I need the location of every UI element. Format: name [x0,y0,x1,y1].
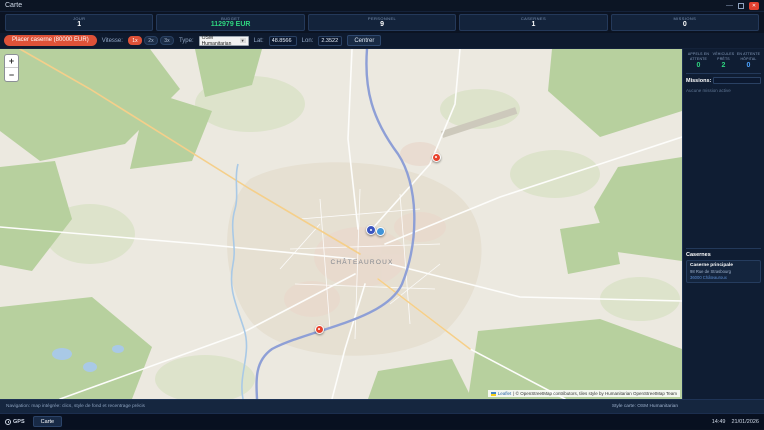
stat-calls-waiting-value: 0 [686,62,711,70]
speed-2x-button[interactable]: 2x [144,36,158,45]
center-button[interactable]: Centrer [347,35,381,46]
lon-input[interactable] [318,36,342,46]
station-address: 98 Rue de Strasbourg [690,269,757,274]
vehicle-marker[interactable] [376,227,385,236]
stations-header: Casernes [686,252,761,258]
gps-icon [5,419,11,425]
stat-vehicles-ready-value: 2 [711,62,736,70]
stat-calls-waiting: APPELS EN ATTENTE 0 [686,52,711,70]
incident-marker[interactable] [315,325,324,334]
map-canvas[interactable]: CHÂTEAUROUX + − Leaflet | © OpenStreetMa… [0,49,682,399]
stat-vehicles-ready: VÉHICULES PRÊTS 2 [711,52,736,70]
map-city-label: CHÂTEAUROUX [330,257,393,266]
map-type-label: Type: [179,38,194,44]
sidebar-stats: APPELS EN ATTENTE 0 VÉHICULES PRÊTS 2 EN… [686,52,761,70]
stat-calls-waiting-label: APPELS EN ATTENTE [686,52,711,62]
toolbar: Placer caserne (80000 EUR) Vitesse: 1x 2… [0,33,764,49]
place-station-button[interactable]: Placer caserne (80000 EUR) [4,35,97,46]
lon-label: Lon: [302,38,314,44]
station-city: 36000 Châteauroux [690,275,757,280]
map-tiles: CHÂTEAUROUX [0,49,682,399]
stats-row: JOUR 1 BUDGET 112979 EUR PERSONNEL 9 CAS… [0,12,764,33]
map-style-text: Style carte: OSM Humanitarian [612,404,678,409]
map-zoom-control: + − [4,54,19,82]
stat-personnel-value: 9 [380,21,384,29]
minimize-icon[interactable]: — [726,2,733,10]
window-titlebar: Carte — ✕ [0,0,764,12]
lat-input[interactable] [269,36,297,46]
hint-bar: Navigation: map intégrée: clics, style d… [0,399,764,413]
missions-header: Missions: [686,77,761,84]
speed-1x-button[interactable]: 1x [128,36,142,45]
sidebar: APPELS EN ATTENTE 0 VÉHICULES PRÊTS 2 EN… [682,49,764,399]
gps-indicator[interactable]: GPS [5,419,25,425]
zoom-out-button[interactable]: − [5,68,18,81]
stat-missions: MISSIONS 0 [611,14,759,31]
stat-budget: BUDGET 112979 EUR [156,14,304,31]
station-marker[interactable] [366,225,376,235]
missions-filter-input[interactable] [713,77,761,84]
map-attribution: Leaflet | © OpenStreetMap contributors, … [488,390,680,397]
map-type-select[interactable]: OSM Humanitarian ▼ [199,36,249,46]
chevron-down-icon: ▼ [240,38,246,43]
time-text: 14:49 [712,419,726,425]
missions-list [686,93,761,245]
stat-vehicles-ready-label: VÉHICULES PRÊTS [711,52,736,62]
speed-3x-button[interactable]: 3x [160,36,174,45]
zoom-in-button[interactable]: + [5,55,18,68]
speed-label: Vitesse: [102,38,123,44]
leaflet-flag-icon [491,392,496,396]
stat-budget-value: 112979 EUR [211,21,251,29]
clock: 14:49 21/01/2026 [712,419,759,425]
stat-day: JOUR 1 [5,14,153,31]
station-name: Caserne principale [690,263,757,268]
navigation-hint: Navigation: map intégrée: clics, style d… [6,404,145,409]
stat-hospital-waiting-label: EN ATTENTE HÔPITAL [736,52,761,62]
incident-marker[interactable] [432,153,441,162]
missions-label: Missions: [686,78,711,84]
stat-personnel: PERSONNEL 9 [308,14,456,31]
divider [686,73,761,74]
stat-hospital-waiting: EN ATTENTE HÔPITAL 0 [736,52,761,70]
lat-label: Lat: [254,38,264,44]
stat-hospital-waiting-value: 0 [736,62,761,70]
window-title: Carte [5,2,22,9]
gps-label: GPS [13,419,25,425]
attribution-text: | © OpenStreetMap contributors, tiles st… [513,391,677,396]
tab-carte[interactable]: Carte [33,416,62,427]
stat-day-value: 1 [77,21,81,29]
stat-missions-value: 0 [683,21,687,29]
leaflet-link[interactable]: Leaflet [498,391,512,396]
station-card[interactable]: Caserne principale 98 Rue de Strasbourg … [686,260,761,283]
maximize-icon[interactable] [738,3,744,9]
stat-stations-value: 1 [531,21,535,29]
status-bar: GPS Carte 14:49 21/01/2026 [0,413,764,429]
stat-stations: CASERNES 1 [459,14,607,31]
date-text: 21/01/2026 [731,419,759,425]
map-type-value: OSM Humanitarian [202,35,240,47]
divider [686,248,761,249]
speed-group: 1x 2x 3x [128,36,174,45]
close-icon[interactable]: ✕ [749,2,759,10]
